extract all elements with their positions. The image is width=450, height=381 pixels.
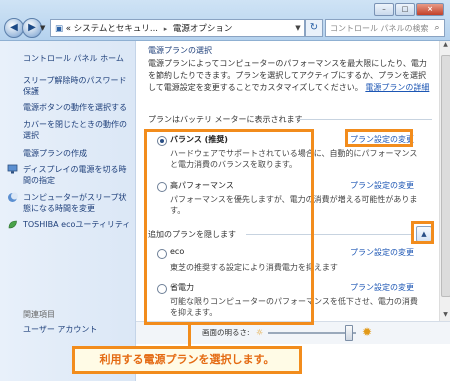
power-options-window: – □ × ◀ ▶ ▼ ▣ « システムとセキュリ... ▸ 電源オプション ▼…: [0, 0, 450, 381]
bright-sun-icon: ✹: [362, 325, 373, 339]
breadcrumb-power-options[interactable]: 電源オプション: [173, 24, 233, 34]
related-heading: 関連項目: [23, 310, 55, 319]
brightness-slider-handle[interactable]: [344, 325, 353, 341]
forward-arrow-icon[interactable]: ▶: [22, 18, 42, 38]
window-controls: – □ ×: [374, 3, 444, 16]
breadcrumb-system-security[interactable]: システムとセキュリ...: [74, 24, 158, 34]
close-button[interactable]: ×: [416, 3, 444, 16]
sidebar-item-create-plan[interactable]: 電源プランの作成: [23, 148, 133, 159]
search-icon[interactable]: ⌕: [430, 23, 444, 33]
control-panel-icon: ▣: [55, 24, 64, 34]
brightness-label: 画面の明るさ:: [202, 328, 250, 337]
plan-eco-settings-link[interactable]: プラン設定の変更: [350, 247, 414, 258]
sleep-moon-icon: [7, 192, 18, 203]
brightness-slider-track[interactable]: [268, 332, 356, 334]
history-dropdown-icon[interactable]: ▼: [40, 24, 45, 32]
refresh-icon[interactable]: ↻: [305, 19, 323, 37]
section-divider: [298, 119, 432, 120]
maximize-button[interactable]: □: [395, 3, 415, 16]
breadcrumb-overflow[interactable]: «: [66, 24, 71, 34]
sidebar: コントロール パネル ホーム スリープ解除時のパスワード保護 電源ボタンの動作を…: [0, 41, 136, 381]
breadcrumb-separator-icon[interactable]: ▸: [164, 25, 168, 33]
vertical-scrollbar[interactable]: ▲ ▼: [439, 41, 450, 321]
sidebar-item-power-button[interactable]: 電源ボタンの動作を選択する: [23, 102, 133, 113]
plan-high-performance-settings-link[interactable]: プラン設定の変更: [350, 180, 414, 191]
page-title: 電源プランの選択: [148, 46, 212, 55]
scroll-up-icon[interactable]: ▲: [440, 41, 450, 51]
callout-connector: [188, 325, 191, 346]
address-dropdown-icon[interactable]: ▼: [292, 24, 304, 32]
title-bar: – □ × ◀ ▶ ▼ ▣ « システムとセキュリ... ▸ 電源オプション ▼…: [0, 0, 450, 41]
display-icon: [7, 164, 18, 175]
sidebar-item-lid-close[interactable]: カバーを閉じたときの動作の選択: [23, 119, 133, 141]
search-input[interactable]: コントロール パネルの検索: [326, 23, 430, 34]
scrollbar-thumb[interactable]: [441, 55, 450, 297]
sidebar-home-link[interactable]: コントロール パネル ホーム: [23, 53, 133, 64]
eco-leaf-icon: [7, 219, 18, 230]
power-plan-details-link[interactable]: 電源プランの詳細: [365, 83, 429, 92]
page-description: 電源プランによってコンピューターのパフォーマンスを最大限にしたり、電力を節約した…: [148, 58, 432, 94]
sidebar-item-display-off[interactable]: ディスプレイの電源を切る時間の指定: [23, 164, 133, 186]
sidebar-item-user-accounts[interactable]: ユーザー アカウント: [23, 324, 133, 335]
battery-meter-section-label: プランはバッテリ メーターに表示されます: [148, 115, 303, 124]
expand-button-highlight: [411, 221, 434, 244]
minimize-button[interactable]: –: [374, 3, 394, 16]
dim-sun-icon: ☼: [256, 328, 264, 337]
plans-highlight-frame: [144, 129, 314, 325]
breadcrumb: ▣ « システムとセキュリ... ▸ 電源オプション: [51, 22, 232, 34]
sidebar-item-sleep-time[interactable]: コンピューターがスリープ状態になる時間を変更: [23, 192, 133, 214]
plan-power-saver-settings-link[interactable]: プラン設定の変更: [350, 282, 414, 293]
sidebar-item-wake-password[interactable]: スリープ解除時のパスワード保護: [23, 75, 133, 97]
settings-link-highlight: [345, 129, 413, 147]
scroll-down-icon[interactable]: ▼: [440, 311, 450, 321]
address-bar[interactable]: ▣ « システムとセキュリ... ▸ 電源オプション ▼: [50, 19, 305, 37]
search-box[interactable]: コントロール パネルの検索 ⌕: [325, 19, 445, 37]
instruction-caption: 利用する電源プランを選択します。: [72, 346, 302, 374]
back-arrow-icon[interactable]: ◀: [4, 18, 24, 38]
sidebar-item-toshiba-eco[interactable]: TOSHIBA ecoユーティリティ: [23, 219, 133, 230]
